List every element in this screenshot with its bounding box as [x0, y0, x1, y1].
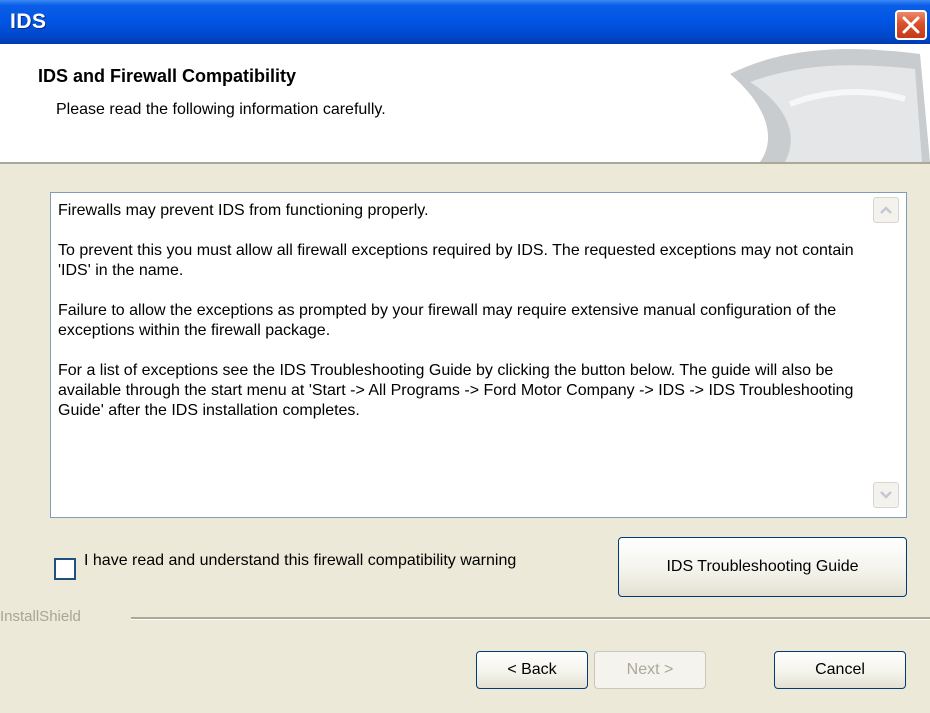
chevron-up-icon: [880, 206, 892, 214]
info-paragraph: For a list of exceptions see the IDS Tro…: [58, 362, 854, 419]
acknowledge-checkbox[interactable]: [54, 558, 76, 580]
installshield-brand: InstallShield: [0, 608, 81, 625]
window-title: IDS: [10, 10, 47, 33]
troubleshooting-guide-button[interactable]: IDS Troubleshooting Guide: [618, 537, 907, 597]
back-button[interactable]: < Back: [476, 651, 588, 689]
scroll-down-button[interactable]: [873, 482, 899, 508]
title-bar[interactable]: IDS: [0, 0, 930, 44]
info-paragraph: Failure to allow the exceptions as promp…: [58, 302, 837, 339]
page-subtitle: Please read the following information ca…: [56, 101, 386, 118]
info-paragraph: To prevent this you must allow all firew…: [58, 242, 854, 279]
cancel-button[interactable]: Cancel: [774, 651, 906, 689]
footer-divider: [131, 617, 930, 620]
close-button[interactable]: [895, 10, 927, 40]
installer-window: IDS IDS and Firewall Compatibility Pleas…: [0, 0, 930, 713]
info-text: Firewalls may prevent IDS from functioni…: [58, 201, 858, 441]
chevron-down-icon: [880, 491, 892, 499]
page-title: IDS and Firewall Compatibility: [38, 66, 297, 86]
scroll-up-button[interactable]: [873, 197, 899, 223]
installshield-logo: [730, 49, 930, 162]
next-button[interactable]: Next >: [594, 651, 706, 689]
info-textbox[interactable]: Firewalls may prevent IDS from functioni…: [50, 192, 907, 518]
close-icon: [902, 16, 920, 34]
info-paragraph: Firewalls may prevent IDS from functioni…: [58, 202, 429, 219]
header-banner: IDS and Firewall Compatibility Please re…: [0, 44, 930, 164]
acknowledge-label[interactable]: I have read and understand this firewall…: [84, 551, 574, 571]
